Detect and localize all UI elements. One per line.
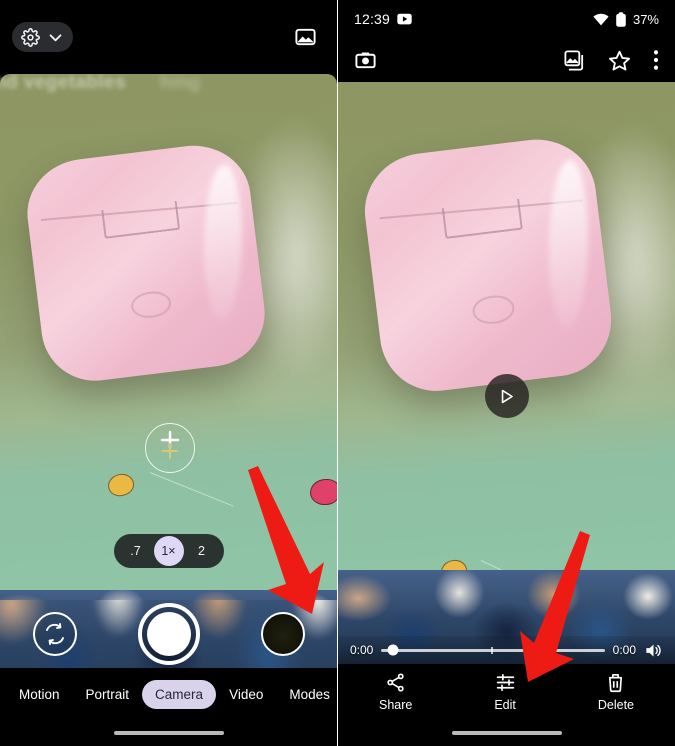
total-time-label: 0:00 <box>612 643 636 657</box>
battery-icon <box>616 11 626 27</box>
progress-knob[interactable] <box>387 644 399 656</box>
shutter-inner <box>146 612 191 656</box>
delete-action[interactable]: Delete <box>598 672 634 712</box>
blurred-overlay-text-2: hing <box>160 74 201 93</box>
nav-home-pill-2[interactable] <box>451 731 562 735</box>
photo-library-icon[interactable] <box>294 26 317 49</box>
edit-label: Edit <box>494 698 516 712</box>
nav-home-pill[interactable] <box>113 731 224 735</box>
zoom-option-0[interactable]: .7 <box>124 538 148 564</box>
status-clock: 12:39 <box>354 11 391 27</box>
viewfinder-image: nd vegetables hing <box>0 74 337 668</box>
viewer-action-bar: Share Edit Delete <box>338 664 675 720</box>
tab-modes[interactable]: Modes <box>276 680 337 709</box>
volume-icon[interactable] <box>644 641 663 660</box>
pink-petal <box>310 479 337 505</box>
camera-controls <box>0 600 337 668</box>
video-scrubber[interactable]: 0:00 0:00 <box>338 636 675 664</box>
trash-icon <box>605 672 626 693</box>
camera-icon[interactable] <box>354 49 377 72</box>
screenshot-root: nd vegetables hing .7 1× 2 Motion Portra… <box>0 0 675 746</box>
exposure-cross-yellow <box>161 442 179 465</box>
camera-top-bar <box>0 0 337 74</box>
progress-track[interactable] <box>381 644 605 656</box>
zoom-option-2[interactable]: 2 <box>190 538 214 564</box>
youtube-icon <box>397 13 412 25</box>
play-button[interactable] <box>484 374 529 418</box>
case-button-2 <box>471 293 516 327</box>
android-nav-bar-left[interactable] <box>0 720 337 746</box>
track-midpoint-marker <box>490 646 493 654</box>
chevron-down-icon[interactable] <box>47 29 64 46</box>
last-photo-thumbnail[interactable] <box>261 612 305 656</box>
camera-flip-button[interactable] <box>33 612 77 656</box>
zoom-selector[interactable]: .7 1× 2 <box>113 534 224 568</box>
android-nav-bar-right[interactable] <box>338 720 675 746</box>
yellow-petal <box>105 470 137 500</box>
camera-viewfinder[interactable]: nd vegetables hing <box>0 74 337 668</box>
battery-percent: 37% <box>632 11 659 27</box>
share-label: Share <box>378 698 413 712</box>
photo-viewer-panel: 12:39 37% 0:00 0:00 Share Edit Delete <box>338 0 675 746</box>
case-highlight-2 <box>547 159 590 327</box>
gear-icon[interactable] <box>21 27 40 47</box>
more-vertical-icon[interactable] <box>653 49 659 71</box>
case-button <box>129 289 173 321</box>
camera-app-panel: nd vegetables hing .7 1× 2 Motion Portra… <box>0 0 337 746</box>
camera-settings-pill[interactable] <box>12 22 73 52</box>
tune-icon <box>495 672 516 693</box>
star-icon[interactable] <box>608 49 631 72</box>
shutter-button[interactable] <box>137 603 200 665</box>
case-notch-2 <box>441 198 524 240</box>
status-bar: 12:39 37% <box>338 0 675 38</box>
wifi-icon <box>593 13 609 26</box>
surface-scratch <box>149 472 234 507</box>
tab-portrait[interactable]: Portrait <box>73 680 143 709</box>
tab-camera[interactable]: Camera <box>142 679 217 709</box>
viewer-toolbar <box>338 38 675 82</box>
edit-action[interactable]: Edit <box>494 672 516 712</box>
camera-mode-tabs: Motion Portrait Camera Video Modes <box>0 668 337 720</box>
share-icon <box>385 672 406 693</box>
case-notch <box>101 201 181 239</box>
delete-label: Delete <box>597 698 634 712</box>
earbuds-case-2 <box>358 132 618 398</box>
camera-flip-icon <box>43 622 67 646</box>
earbuds-case <box>21 139 271 387</box>
focus-reticle[interactable] <box>145 423 195 473</box>
share-action[interactable]: Share <box>379 672 412 712</box>
tab-video[interactable]: Video <box>216 680 276 709</box>
photo-stack-icon[interactable] <box>563 49 586 72</box>
case-highlight <box>203 164 244 321</box>
tab-motion[interactable]: Motion <box>6 680 73 709</box>
displayed-photo <box>338 82 675 664</box>
current-time-label: 0:00 <box>350 643 374 657</box>
photo-canvas[interactable] <box>338 82 675 664</box>
zoom-option-1[interactable]: 1× <box>153 536 184 566</box>
play-icon <box>497 387 516 406</box>
